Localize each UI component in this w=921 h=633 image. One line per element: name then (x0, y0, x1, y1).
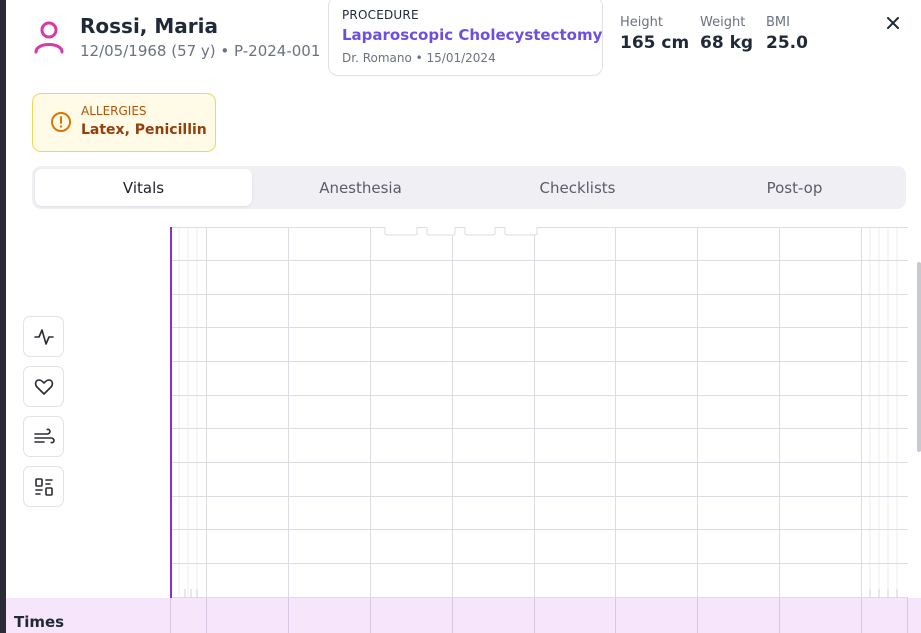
stat-bmi-value: 25.0 (766, 33, 808, 53)
tab-post-op[interactable]: Post-op (686, 169, 903, 206)
tab-anesthesia[interactable]: Anesthesia (252, 169, 469, 206)
grid-minor-lines (178, 227, 898, 598)
vitals-chart-grid (170, 227, 908, 598)
chart-top-tabs (384, 227, 538, 236)
stat-weight: Weight 68 kg (700, 15, 753, 53)
activity-icon (33, 328, 54, 345)
alert-circle-icon (51, 112, 71, 132)
patient-icon (34, 21, 64, 54)
vitals-chart-button[interactable] (23, 316, 64, 357)
procedure-label: PROCEDURE (342, 8, 419, 22)
stat-weight-value: 68 kg (700, 33, 754, 53)
ventilation-button[interactable] (23, 416, 64, 457)
stat-bmi: BMI 25.0 (766, 15, 808, 53)
chart-scrollbar[interactable] (917, 262, 921, 452)
tab-vitals[interactable]: Vitals (35, 169, 252, 206)
patient-name: Rossi, Maria (80, 14, 218, 38)
stat-height-label: Height (620, 15, 663, 30)
tab-checklists[interactable]: Checklists (469, 169, 686, 206)
times-row-grid (170, 598, 908, 633)
grid-vertical-lines (206, 227, 862, 598)
allergies-value: Latex, Penicillin (81, 122, 207, 138)
heart-rate-button[interactable] (23, 366, 64, 407)
procedure-card: PROCEDURE Laparoscopic Cholecystectomy D… (328, 0, 603, 76)
wind-icon (33, 428, 55, 443)
layout-icon (34, 477, 53, 496)
layout-button[interactable] (23, 466, 64, 507)
grid-bottom-ticks (184, 589, 898, 598)
procedure-name: Laparoscopic Cholecystectomy (342, 26, 603, 44)
stat-height-value: 165 cm (620, 33, 690, 53)
patient-meta: 12/05/1968 (57 y) • P-2024-001 (80, 42, 321, 60)
allergies-alert: ALLERGIES Latex, Penicillin (32, 93, 216, 152)
section-tabs: Vitals Anesthesia Checklists Post-op (32, 166, 906, 209)
close-button[interactable] (882, 12, 904, 34)
close-icon (887, 17, 899, 29)
grid-horizontal-lines (170, 227, 908, 598)
times-row (6, 598, 921, 633)
stat-weight-label: Weight (700, 15, 746, 30)
heart-icon (34, 378, 53, 395)
allergies-label: ALLERGIES (81, 104, 147, 118)
procedure-surgeon-date: Dr. Romano • 15/01/2024 (342, 51, 496, 65)
left-window-edge (0, 0, 6, 633)
stat-height: Height 165 cm (620, 15, 689, 53)
stat-bmi-label: BMI (766, 15, 790, 30)
times-label: Times (14, 613, 65, 631)
